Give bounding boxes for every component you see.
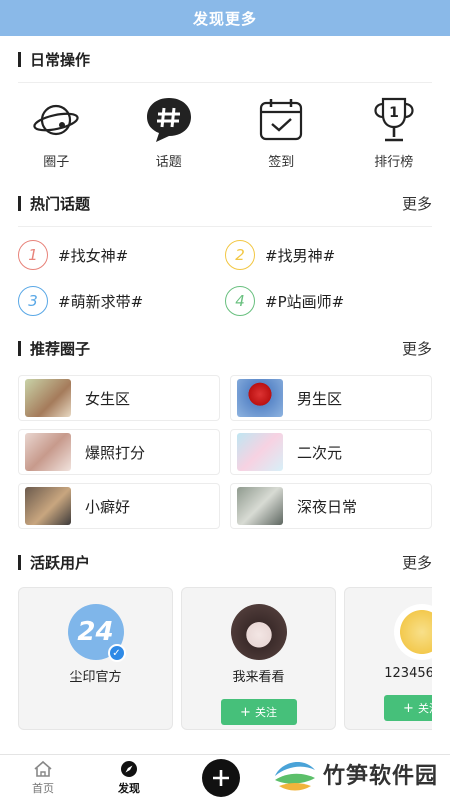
circle-card[interactable]: 小癖好 [18,483,220,529]
follow-button[interactable]: + 关注 [220,699,297,725]
user-card[interactable]: 我来看看 + 关注 [181,587,336,730]
topic-text: #找女神# [58,246,129,265]
user-card[interactable]: 24 ✓ 尘印官方 [18,587,173,730]
circles-section: 推荐圈子 更多 女生区 男生区 爆照打分 二次元 小癖好 深夜日常 [0,325,450,539]
user-name: 我来看看 [232,670,285,685]
daily-actions: 圈子 话题 签到 1 排行榜 [0,83,450,180]
action-topics[interactable]: 话题 [129,95,209,170]
verified-icon: ✓ [107,644,126,662]
avatar: 24 ✓ [67,604,126,662]
circles-header: 推荐圈子 更多 [18,325,432,371]
circle-thumbnail [237,433,283,471]
users-section: 活跃用户 更多 24 ✓ 尘印官方 我来看看 + 关注 123456789 + … [0,539,450,730]
topic-item[interactable]: 1 #找女神# [18,237,225,273]
circle-thumbnail [237,379,283,417]
circle-card[interactable]: 深夜日常 [230,483,432,529]
circle-thumbnail [25,379,71,417]
follow-button[interactable]: + 关注 [383,695,432,721]
watermark-logo [274,762,315,791]
watermark: 竹笋软件园 [273,754,438,794]
user-card[interactable]: 123456789 + 关注 [344,587,432,730]
circles-more-link[interactable]: 更多 [402,338,432,359]
action-label: 签到 [268,155,295,170]
top-bar: 发现更多 [0,0,450,36]
nav-label: 首页 [32,781,54,795]
topic-list: 1 #找女神# 2 #找男神# 3 #萌新求带# 4 #P站画师# [18,227,432,325]
topic-item[interactable]: 4 #P站画师# [225,283,432,319]
topic-text: #找男神# [265,246,336,265]
topic-text: #萌新求带# [58,292,144,311]
user-carousel[interactable]: 24 ✓ 尘印官方 我来看看 + 关注 123456789 + 关注 [18,585,432,730]
circle-name: 女生区 [85,389,131,408]
topic-rank: 4 [225,286,255,316]
user-name: 123456789 [384,666,432,681]
action-circles[interactable]: 圈子 [16,95,96,170]
circle-card[interactable]: 二次元 [230,429,432,475]
daily-title: 日常操作 [30,50,91,69]
circle-name: 爆照打分 [85,443,146,462]
circle-name: 二次元 [297,443,343,462]
planet-icon [33,104,79,136]
daily-header: 日常操作 [18,36,432,82]
topics-header: 热门话题 更多 [18,180,432,226]
circle-name: 深夜日常 [297,497,358,516]
topics-section: 热门话题 更多 [0,180,450,226]
topic-rank: 2 [225,240,255,270]
hashtag-bubble-icon [146,98,191,142]
plus-icon: + [403,700,414,716]
circle-thumbnail [237,487,283,525]
users-header: 活跃用户 更多 [18,539,432,585]
user-name: 尘印官方 [69,670,122,685]
action-label: 话题 [155,155,182,170]
action-label: 圈子 [43,155,70,170]
circle-name: 男生区 [297,389,343,408]
page-title: 发现更多 [192,9,257,28]
plus-icon [213,769,229,786]
trophy-icon: 1 [374,97,414,142]
circle-card[interactable]: 女生区 [18,375,220,421]
circle-card[interactable]: 爆照打分 [18,429,220,475]
nav-home[interactable]: 首页 [0,760,86,796]
avatar-badge-text: 24 [77,617,114,647]
action-label: 排行榜 [374,155,414,170]
svg-text:1: 1 [389,105,399,121]
topic-item[interactable]: 3 #萌新求带# [18,283,225,319]
action-ranking[interactable]: 1 排行榜 [354,95,434,170]
circle-name: 小癖好 [85,497,131,516]
topics-more-link[interactable]: 更多 [402,193,432,214]
calendar-check-icon [260,99,303,141]
nav-discover[interactable]: 发现 [86,760,172,796]
add-post-button[interactable] [202,758,240,797]
plus-icon: + [240,704,251,720]
topic-text: #P站画师# [265,292,345,311]
watermark-text: 竹笋软件园 [322,764,438,789]
users-more-link[interactable]: 更多 [402,552,432,573]
avatar [230,604,287,660]
avatar [393,604,432,660]
home-icon [34,760,52,777]
topics-title: 热门话题 [30,194,91,213]
action-checkin[interactable]: 签到 [241,95,321,170]
circle-thumbnail [25,487,71,525]
circle-grid: 女生区 男生区 爆照打分 二次元 小癖好 深夜日常 [18,371,432,539]
topic-item[interactable]: 2 #找男神# [225,237,432,273]
circle-card[interactable]: 男生区 [230,375,432,421]
daily-section: 日常操作 [0,36,450,82]
topic-rank: 1 [18,240,48,270]
compass-icon [121,760,137,777]
circles-title: 推荐圈子 [30,339,91,358]
nav-label: 发现 [118,781,140,795]
topic-rank: 3 [18,286,48,316]
users-title: 活跃用户 [30,553,91,572]
circle-thumbnail [25,433,71,471]
